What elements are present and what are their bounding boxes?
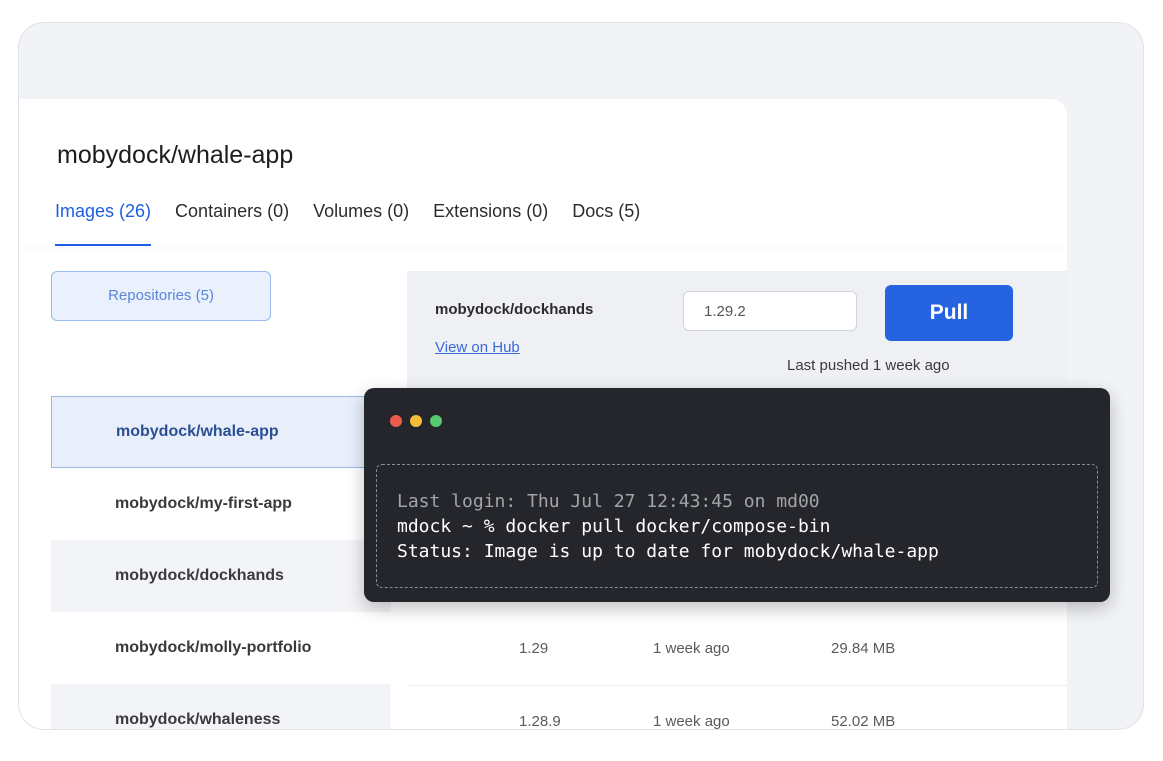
terminal-line-status: Status: Image is up to date for mobydock… xyxy=(397,541,939,562)
image-detail-panel: mobydock/dockhands View on Hub Pull Last… xyxy=(407,271,1067,407)
tab-extensions[interactable]: Extensions (0) xyxy=(433,201,548,246)
table-row[interactable]: 1.28.9 1 week ago 52.02 MB xyxy=(407,685,1067,730)
terminal-line-login: Last login: Thu Jul 27 12:43:45 on md00 xyxy=(397,491,820,512)
version-input[interactable] xyxy=(683,291,857,331)
tab-bar: Images (26) Containers (0) Volumes (0) E… xyxy=(55,201,664,246)
content-divider xyxy=(19,247,1067,249)
pull-button[interactable]: Pull xyxy=(885,285,1013,341)
tab-containers[interactable]: Containers (0) xyxy=(175,201,289,246)
last-pushed-text: Last pushed 1 week ago xyxy=(787,357,950,374)
terminal-window[interactable]: Last login: Thu Jul 27 12:43:45 on md00 … xyxy=(364,388,1110,602)
sidebar-item-my-first-app[interactable]: mobydock/my-first-app xyxy=(51,468,391,540)
image-name: mobydock/dockhands xyxy=(435,301,594,318)
sidebar-item-whale-app[interactable]: mobydock/whale-app xyxy=(51,396,391,468)
outer-frame: mobydock/whale-app Images (26) Container… xyxy=(18,22,1144,730)
tab-docs[interactable]: Docs (5) xyxy=(572,201,640,246)
page-title: mobydock/whale-app xyxy=(57,141,294,169)
terminal-line-command: mdock ~ % docker pull docker/compose-bin xyxy=(397,516,831,537)
tab-images[interactable]: Images (26) xyxy=(55,201,152,246)
sidebar-item-dockhands[interactable]: mobydock/dockhands xyxy=(51,540,391,612)
sidebar-item-molly-portfolio[interactable]: mobydock/molly-portfolio xyxy=(51,612,391,684)
size-cell: 29.84 MB xyxy=(831,640,896,657)
version-cell: 1.29 xyxy=(519,640,549,657)
minimize-dot-icon[interactable] xyxy=(410,415,422,427)
maximize-dot-icon[interactable] xyxy=(430,415,442,427)
size-cell: 52.02 MB xyxy=(831,713,896,730)
pushed-cell: 1 week ago xyxy=(653,713,730,730)
terminal-output: Last login: Thu Jul 27 12:43:45 on md00 … xyxy=(376,464,1098,588)
version-cell: 1.28.9 xyxy=(519,713,561,730)
pushed-cell: 1 week ago xyxy=(653,640,730,657)
table-row[interactable]: 1.29 1 week ago 29.84 MB xyxy=(407,613,1067,685)
view-on-hub-link[interactable]: View on Hub xyxy=(435,339,520,356)
sidebar-item-whaleness[interactable]: mobydock/whaleness xyxy=(51,684,391,729)
repositories-button[interactable]: Repositories (5) xyxy=(51,271,271,321)
close-dot-icon[interactable] xyxy=(390,415,402,427)
repository-list: mobydock/whale-app mobydock/my-first-app… xyxy=(51,396,391,729)
tab-volumes[interactable]: Volumes (0) xyxy=(313,201,409,246)
